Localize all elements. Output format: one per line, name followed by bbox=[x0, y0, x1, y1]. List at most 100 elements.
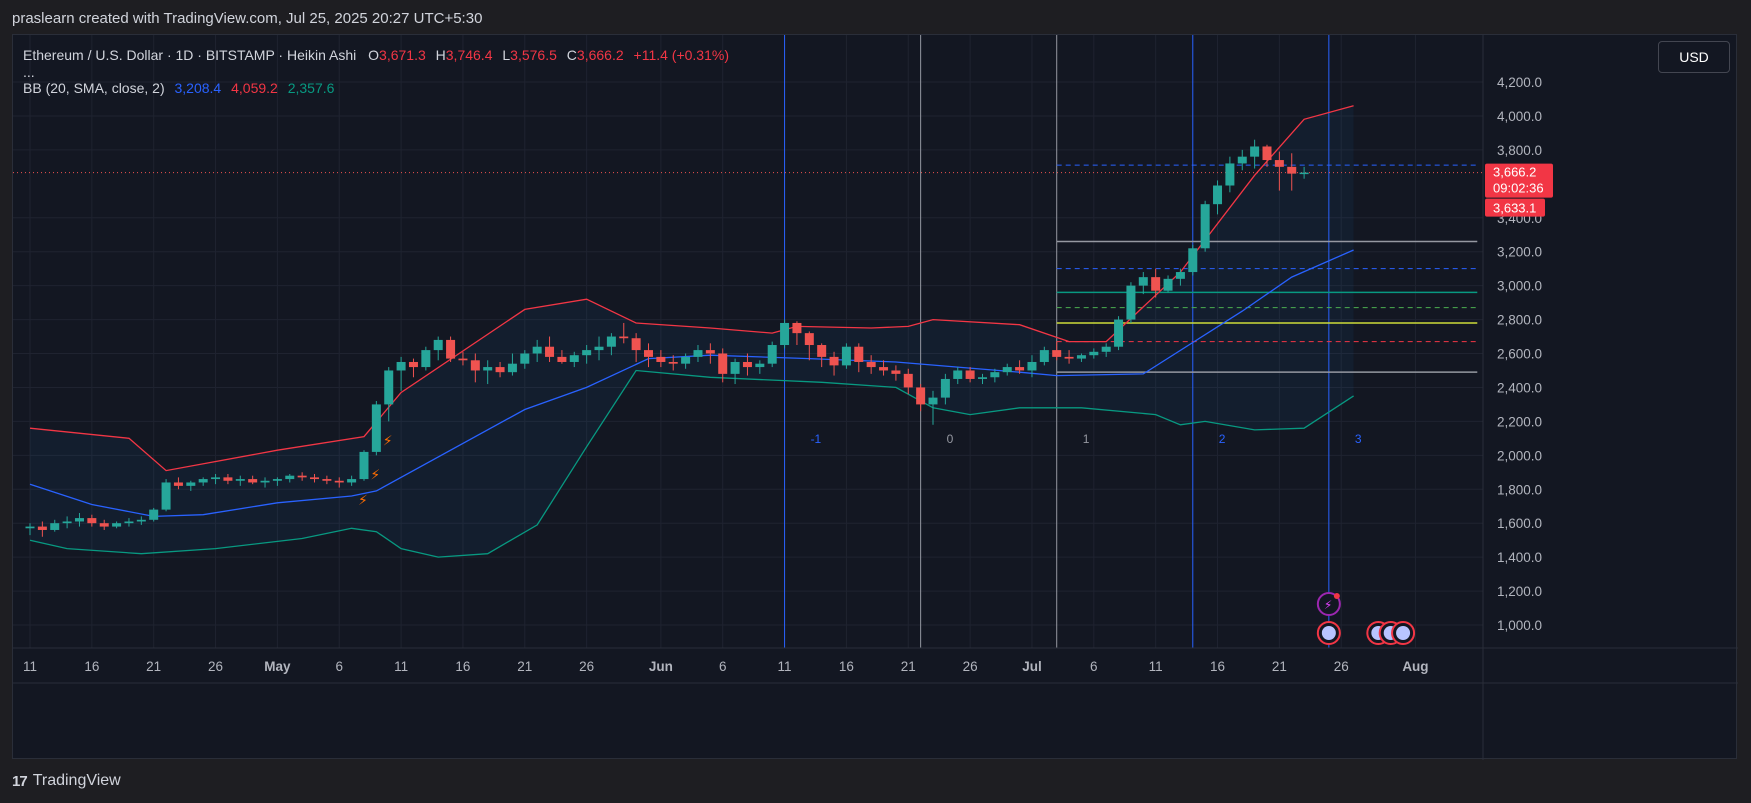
bb-upper-value: 4,059.2 bbox=[231, 80, 278, 96]
cycle-label-2: 1 bbox=[1083, 432, 1090, 446]
candle-body-74 bbox=[940, 378, 950, 398]
candle-body-92 bbox=[1163, 278, 1173, 291]
close-label: C bbox=[566, 47, 577, 63]
x-tick-19: 16 bbox=[1210, 659, 1225, 674]
candle-body-46 bbox=[594, 346, 604, 351]
candle-body-39 bbox=[507, 363, 517, 373]
candle-body-80 bbox=[1015, 367, 1025, 371]
candle-body-43 bbox=[557, 356, 567, 362]
candle-body-22 bbox=[297, 475, 307, 478]
candle-body-21 bbox=[285, 475, 295, 480]
candle-body-50 bbox=[644, 350, 653, 357]
candle-body-95 bbox=[1200, 204, 1210, 249]
y-tick-10: 2,000.0 bbox=[1497, 448, 1542, 463]
candle-body-85 bbox=[1076, 355, 1086, 359]
candle-body-99 bbox=[1250, 146, 1260, 157]
candle-body-45 bbox=[582, 350, 592, 356]
open-value: 3,671.3 bbox=[379, 47, 426, 63]
price-chart[interactable]: -10123PP 1.R3 PP 1PP 0.R2 PP 0.6PP 0.R1 … bbox=[13, 35, 1738, 760]
event-marker-icon-3 bbox=[1391, 621, 1416, 645]
candle-body-87 bbox=[1101, 346, 1111, 352]
high-value: 3,746.4 bbox=[445, 47, 493, 63]
y-tick-11: 1,800.0 bbox=[1497, 482, 1542, 497]
candle-body-81 bbox=[1027, 361, 1037, 371]
signal-bolt-icon-2: ⚡ bbox=[383, 433, 393, 449]
candle-body-30 bbox=[396, 361, 406, 371]
candle-body-93 bbox=[1175, 272, 1185, 279]
candle-body-44 bbox=[569, 355, 579, 362]
chart-legend: Ethereum / U.S. Dollar · 1D · BITSTAMP ·… bbox=[23, 45, 729, 99]
y-tick-5: 3,000.0 bbox=[1497, 279, 1542, 294]
candle-body-31 bbox=[408, 361, 418, 368]
cycle-label-0: -1 bbox=[811, 432, 822, 446]
candle-body-15 bbox=[211, 477, 221, 480]
candle-body-49 bbox=[631, 338, 641, 351]
bb-row[interactable]: BB (20, SMA, close, 2) 3,208.4 4,059.2 2… bbox=[23, 78, 729, 99]
y-tick-6: 2,800.0 bbox=[1497, 313, 1542, 328]
candle-body-55 bbox=[705, 350, 715, 354]
candle-body-86 bbox=[1089, 351, 1099, 356]
price-tags: 3,666.209:02:36 3,633.1 bbox=[1485, 163, 1553, 217]
candle-body-2 bbox=[50, 523, 60, 530]
symbol-row: Ethereum / U.S. Dollar · 1D · BITSTAMP ·… bbox=[23, 45, 729, 66]
cycle-label-3: 2 bbox=[1219, 432, 1226, 446]
candle-body-42 bbox=[545, 346, 555, 357]
candle-body-48 bbox=[619, 336, 629, 339]
candle-body-65 bbox=[829, 356, 839, 366]
footer-brand[interactable]: 17 TradingView bbox=[12, 772, 121, 790]
candle-body-6 bbox=[99, 523, 109, 527]
symbol-title[interactable]: Ethereum / U.S. Dollar · 1D · BITSTAMP ·… bbox=[23, 47, 356, 63]
candle-body-10 bbox=[149, 509, 159, 520]
candle-body-35 bbox=[458, 358, 468, 361]
x-tick-11: 6 bbox=[719, 659, 727, 674]
x-tick-20: 21 bbox=[1272, 659, 1287, 674]
candle-body-78 bbox=[990, 372, 1000, 378]
candle-body-77 bbox=[977, 377, 987, 379]
bb-basis-value: 3,208.4 bbox=[174, 80, 222, 96]
plot-area: -10123PP 1.R3 PP 1PP 0.R2 PP 0.6PP 0.R1 … bbox=[13, 35, 1515, 648]
candle-body-67 bbox=[854, 346, 864, 362]
candle-body-89 bbox=[1126, 285, 1136, 320]
pivot-label-7: PP bbox=[1489, 367, 1503, 379]
x-tick-21: 26 bbox=[1334, 659, 1349, 674]
y-tick-1: 4,000.0 bbox=[1497, 109, 1542, 124]
candle-body-17 bbox=[235, 479, 245, 481]
event-flag-3 bbox=[1396, 626, 1411, 640]
signal-bolt-icon-0: ⚡ bbox=[358, 493, 368, 509]
alert-bolt-icon: ⚡ bbox=[1316, 592, 1341, 616]
candle-body-57 bbox=[730, 361, 740, 374]
candle-body-102 bbox=[1287, 166, 1297, 174]
candle-body-51 bbox=[656, 356, 666, 362]
candle-body-82 bbox=[1039, 350, 1049, 362]
candle-body-3 bbox=[62, 521, 72, 524]
low-value: 3,576.5 bbox=[510, 47, 557, 63]
candle-body-20 bbox=[272, 479, 282, 481]
candle-body-54 bbox=[693, 350, 703, 357]
candle-body-7 bbox=[112, 523, 122, 527]
x-tick-3: 26 bbox=[208, 659, 223, 674]
more-button[interactable]: ... bbox=[23, 65, 729, 79]
chart-credit: praslearn created with TradingView.com, … bbox=[12, 10, 483, 27]
x-tick-1: 16 bbox=[84, 659, 99, 674]
x-tick-8: 21 bbox=[517, 659, 532, 674]
change-value: +11.4 (+0.31%) bbox=[633, 47, 729, 63]
candle-body-71 bbox=[903, 373, 913, 388]
candle-body-8 bbox=[124, 521, 134, 524]
candle-body-58 bbox=[742, 361, 752, 368]
candle-body-16 bbox=[223, 477, 233, 481]
candle-body-9 bbox=[136, 519, 146, 522]
candle-body-83 bbox=[1052, 350, 1062, 357]
candle-body-53 bbox=[681, 356, 691, 364]
chart-frame[interactable]: -10123PP 1.R3 PP 1PP 0.R2 PP 0.6PP 0.R1 … bbox=[12, 34, 1738, 760]
candle-body-88 bbox=[1114, 319, 1124, 347]
pivot-label-2: PP 0. bbox=[1489, 264, 1515, 276]
candle-body-24 bbox=[322, 479, 332, 481]
x-tick-14: 21 bbox=[901, 659, 916, 674]
currency-button[interactable]: USD bbox=[1658, 41, 1730, 73]
x-tick-13: 16 bbox=[839, 659, 854, 674]
candle-body-1 bbox=[37, 526, 47, 530]
candle-body-76 bbox=[965, 370, 975, 379]
x-tick-12: 11 bbox=[778, 659, 792, 674]
candle-body-37 bbox=[483, 367, 493, 371]
x-tick-4: May bbox=[264, 659, 291, 674]
